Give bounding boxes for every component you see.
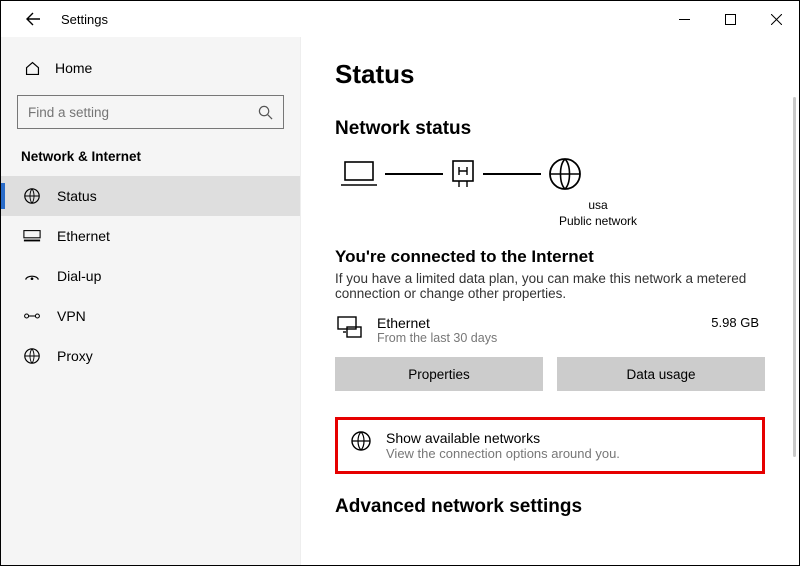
content-pane: Status Network status usa Public network… (301, 37, 799, 565)
network-diagram (339, 156, 765, 192)
ethernet-icon (23, 227, 41, 245)
adapter-icon (335, 315, 363, 339)
connector-line (483, 173, 541, 175)
dialup-icon (23, 267, 41, 285)
network-name: usa (431, 198, 765, 214)
sidebar-item-label: Dial-up (57, 268, 101, 284)
connector-line (385, 173, 443, 175)
close-icon (771, 14, 782, 25)
sidebar-item-label: Status (57, 188, 97, 204)
sidebar-item-label: Ethernet (57, 228, 110, 244)
network-type: Public network (431, 214, 765, 230)
adapter-row: Ethernet From the last 30 days 5.98 GB (335, 315, 765, 345)
search-box[interactable] (17, 95, 284, 129)
sidebar-item-status[interactable]: Status (1, 176, 300, 216)
adapter-sub: From the last 30 days (377, 331, 497, 345)
category-heading: Network & Internet (1, 147, 300, 176)
connected-heading: You're connected to the Internet (335, 247, 765, 267)
show-networks-link[interactable]: Show available networks View the connect… (335, 417, 765, 474)
home-link[interactable]: Home (1, 53, 300, 95)
vpn-icon (23, 307, 41, 325)
status-icon (23, 187, 41, 205)
show-networks-title: Show available networks (386, 430, 620, 446)
sidebar-item-label: Proxy (57, 348, 93, 364)
proxy-icon (23, 347, 41, 365)
sidebar-item-label: VPN (57, 308, 86, 324)
home-icon (23, 59, 41, 77)
minimize-button[interactable] (661, 4, 707, 34)
router-icon (449, 159, 477, 189)
maximize-icon (725, 14, 736, 25)
arrow-left-icon (25, 11, 41, 27)
laptop-icon (339, 159, 379, 189)
sidebar: Home Network & Internet Status Ethernet (1, 37, 301, 565)
data-usage-button[interactable]: Data usage (557, 357, 765, 391)
home-label: Home (55, 60, 92, 76)
sidebar-item-ethernet[interactable]: Ethernet (1, 216, 300, 256)
advanced-heading: Advanced network settings (335, 496, 765, 518)
globe-icon (350, 430, 372, 452)
search-icon (258, 105, 273, 120)
diagram-label: usa Public network (431, 198, 765, 229)
window-title: Settings (61, 12, 108, 27)
sidebar-item-proxy[interactable]: Proxy (1, 336, 300, 376)
back-button[interactable] (19, 5, 47, 33)
page-title: Status (335, 59, 765, 90)
sidebar-item-dialup[interactable]: Dial-up (1, 256, 300, 296)
scrollbar[interactable] (793, 97, 796, 457)
adapter-usage: 5.98 GB (711, 315, 765, 330)
sidebar-item-vpn[interactable]: VPN (1, 296, 300, 336)
show-networks-sub: View the connection options around you. (386, 446, 620, 461)
globe-icon (547, 156, 583, 192)
adapter-name: Ethernet (377, 315, 497, 331)
properties-button[interactable]: Properties (335, 357, 543, 391)
close-button[interactable] (753, 4, 799, 34)
minimize-icon (679, 14, 690, 25)
section-title: Network status (335, 118, 765, 140)
maximize-button[interactable] (707, 4, 753, 34)
connected-body: If you have a limited data plan, you can… (335, 271, 755, 301)
search-input[interactable] (28, 105, 258, 120)
